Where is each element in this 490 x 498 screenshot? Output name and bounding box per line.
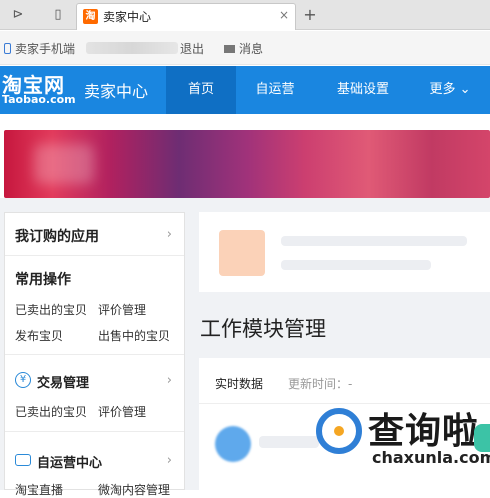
review-mgmt-link[interactable]: 评价管理 [98,301,146,318]
messages-label: 消息 [239,42,264,56]
notice-text-blurred [281,260,431,270]
yuan-icon: ¥ [15,372,31,388]
seller-mobile-link[interactable]: 卖家手机端 [4,40,75,57]
review-mgmt-link[interactable]: 评价管理 [98,403,146,420]
sold-items-link[interactable]: 已卖出的宝贝 [15,301,87,318]
subscribed-apps-heading[interactable]: 我订购的应用 [15,226,99,246]
nav-home[interactable]: 首页 [166,66,236,114]
close-icon[interactable]: × [279,8,289,22]
trade-mgmt-heading[interactable]: 交易管理 [37,372,89,391]
nav-basic-settings[interactable]: 基础设置 [322,66,404,114]
chat-bubble-icon [15,454,31,466]
new-tab-button[interactable]: + [300,5,320,25]
browser-tab-bar: ⊳ ▯ 淘 卖家中心 × + [0,0,490,30]
promo-banner[interactable] [4,130,490,198]
notice-card[interactable] [199,212,490,292]
side-widget-tab[interactable] [474,424,490,452]
top-link-bar: 卖家手机端 退出 消息 [0,31,490,65]
phone-icon [4,43,11,54]
divider [5,255,184,256]
device-icon[interactable]: ▯ [48,5,68,25]
divider [5,354,184,355]
watermark-url: chaxunla.com [372,448,490,467]
username-blurred [86,42,178,54]
publish-item-link[interactable]: 发布宝贝 [15,327,63,344]
sold-items-link[interactable]: 已卖出的宝贝 [15,403,87,420]
nav-self-operation[interactable]: 自运营 [240,66,310,114]
data-avatar [215,426,251,462]
watermark-text: 查询啦 [368,411,480,452]
chevron-right-icon[interactable]: › [167,453,172,468]
update-time-label: 更新时间：- [288,377,353,391]
seller-center-title[interactable]: 卖家中心 [84,78,148,102]
work-module-title: 工作模块管理 [200,317,326,341]
common-ops-heading: 常用操作 [15,272,71,288]
taobao-favicon-icon: 淘 [83,9,98,24]
data-text-blurred [259,436,319,448]
chevron-right-icon[interactable]: › [167,227,172,242]
on-sale-items-link[interactable]: 出售中的宝贝 [98,327,170,344]
seller-header: 淘宝网 Taobao.com 卖家中心 首页 自运营 基础设置 更多 ⌄ [0,66,490,114]
taobao-logo-sub: Taobao.com [2,93,76,106]
browser-tab[interactable]: 淘 卖家中心 × [76,3,296,30]
chevron-right-icon[interactable]: › [167,373,172,388]
messages-link[interactable]: 消息 [224,40,263,57]
realtime-data-tab[interactable]: 实时数据 [215,375,263,392]
seller-mobile-label: 卖家手机端 [15,42,76,56]
chaxunla-logo-icon [316,408,362,454]
nav-more[interactable]: 更多 ⌄ [420,66,480,114]
banner-graphic [34,144,94,184]
logout-link[interactable]: 退出 [180,40,204,57]
mail-icon [224,45,235,53]
notice-text-blurred [281,236,467,246]
self-ops-center-heading[interactable]: 自运营中心 [37,452,102,471]
sidebar-toggle-icon[interactable]: ⊳ [8,5,28,25]
notice-thumbnail [219,230,265,276]
divider [5,431,184,432]
logo-dot [334,426,344,436]
tab-title: 卖家中心 [103,10,152,24]
sidebar: 我订购的应用 › 常用操作 已卖出的宝贝 评价管理 发布宝贝 出售中的宝贝 ¥ … [4,212,185,497]
